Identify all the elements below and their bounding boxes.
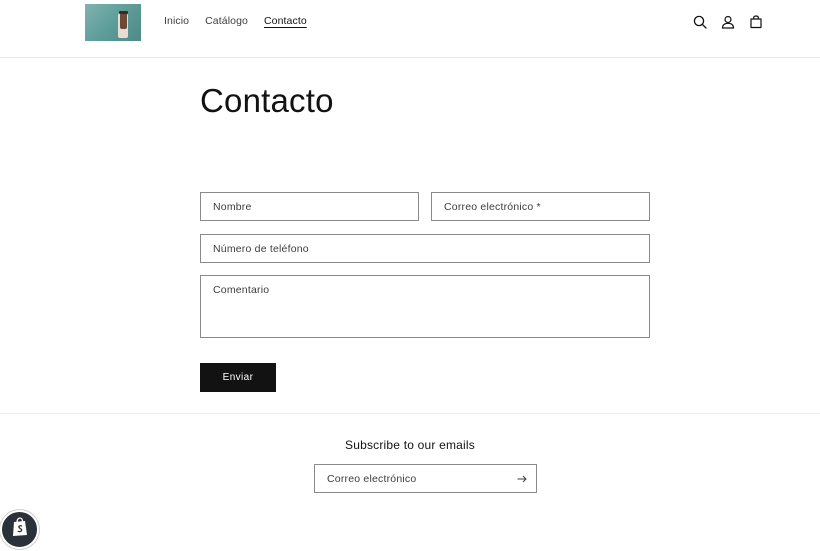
page-title: Contacto (200, 82, 334, 119)
subscribe-heading: Subscribe to our emails (345, 438, 475, 452)
email-field[interactable]: Correo electrónico * (431, 192, 650, 221)
store-logo[interactable] (85, 4, 141, 41)
name-field-placeholder: Nombre (213, 200, 252, 213)
nav-item-inicio[interactable]: Inicio (164, 15, 189, 27)
account-icon[interactable] (719, 13, 736, 30)
header-icons (691, 13, 764, 30)
arrow-right-icon[interactable] (516, 473, 528, 485)
name-field[interactable]: Nombre (200, 192, 419, 221)
comment-field-placeholder: Comentario (213, 284, 270, 296)
main-nav: Inicio Catálogo Contacto (164, 15, 307, 27)
comment-field[interactable]: Comentario (200, 275, 650, 338)
cart-icon[interactable] (747, 13, 764, 30)
site-header: Inicio Catálogo Contacto (0, 0, 820, 58)
shopify-bag-icon (11, 517, 29, 542)
phone-field[interactable]: Número de teléfono (200, 234, 650, 263)
newsletter-email-input[interactable]: Correo electrónico (314, 464, 537, 493)
shopify-badge[interactable] (0, 510, 39, 549)
search-icon[interactable] (691, 13, 708, 30)
nav-item-contacto[interactable]: Contacto (264, 15, 307, 27)
submit-button[interactable]: Enviar (200, 363, 276, 392)
nav-item-catalogo[interactable]: Catálogo (205, 15, 248, 27)
footer-divider (0, 413, 820, 414)
logo-jar-graphic (120, 13, 127, 29)
newsletter-email-placeholder: Correo electrónico (327, 472, 417, 485)
phone-field-placeholder: Número de teléfono (213, 242, 309, 255)
email-field-placeholder: Correo electrónico * (444, 200, 541, 213)
logo-jar-lid-graphic (119, 11, 128, 14)
